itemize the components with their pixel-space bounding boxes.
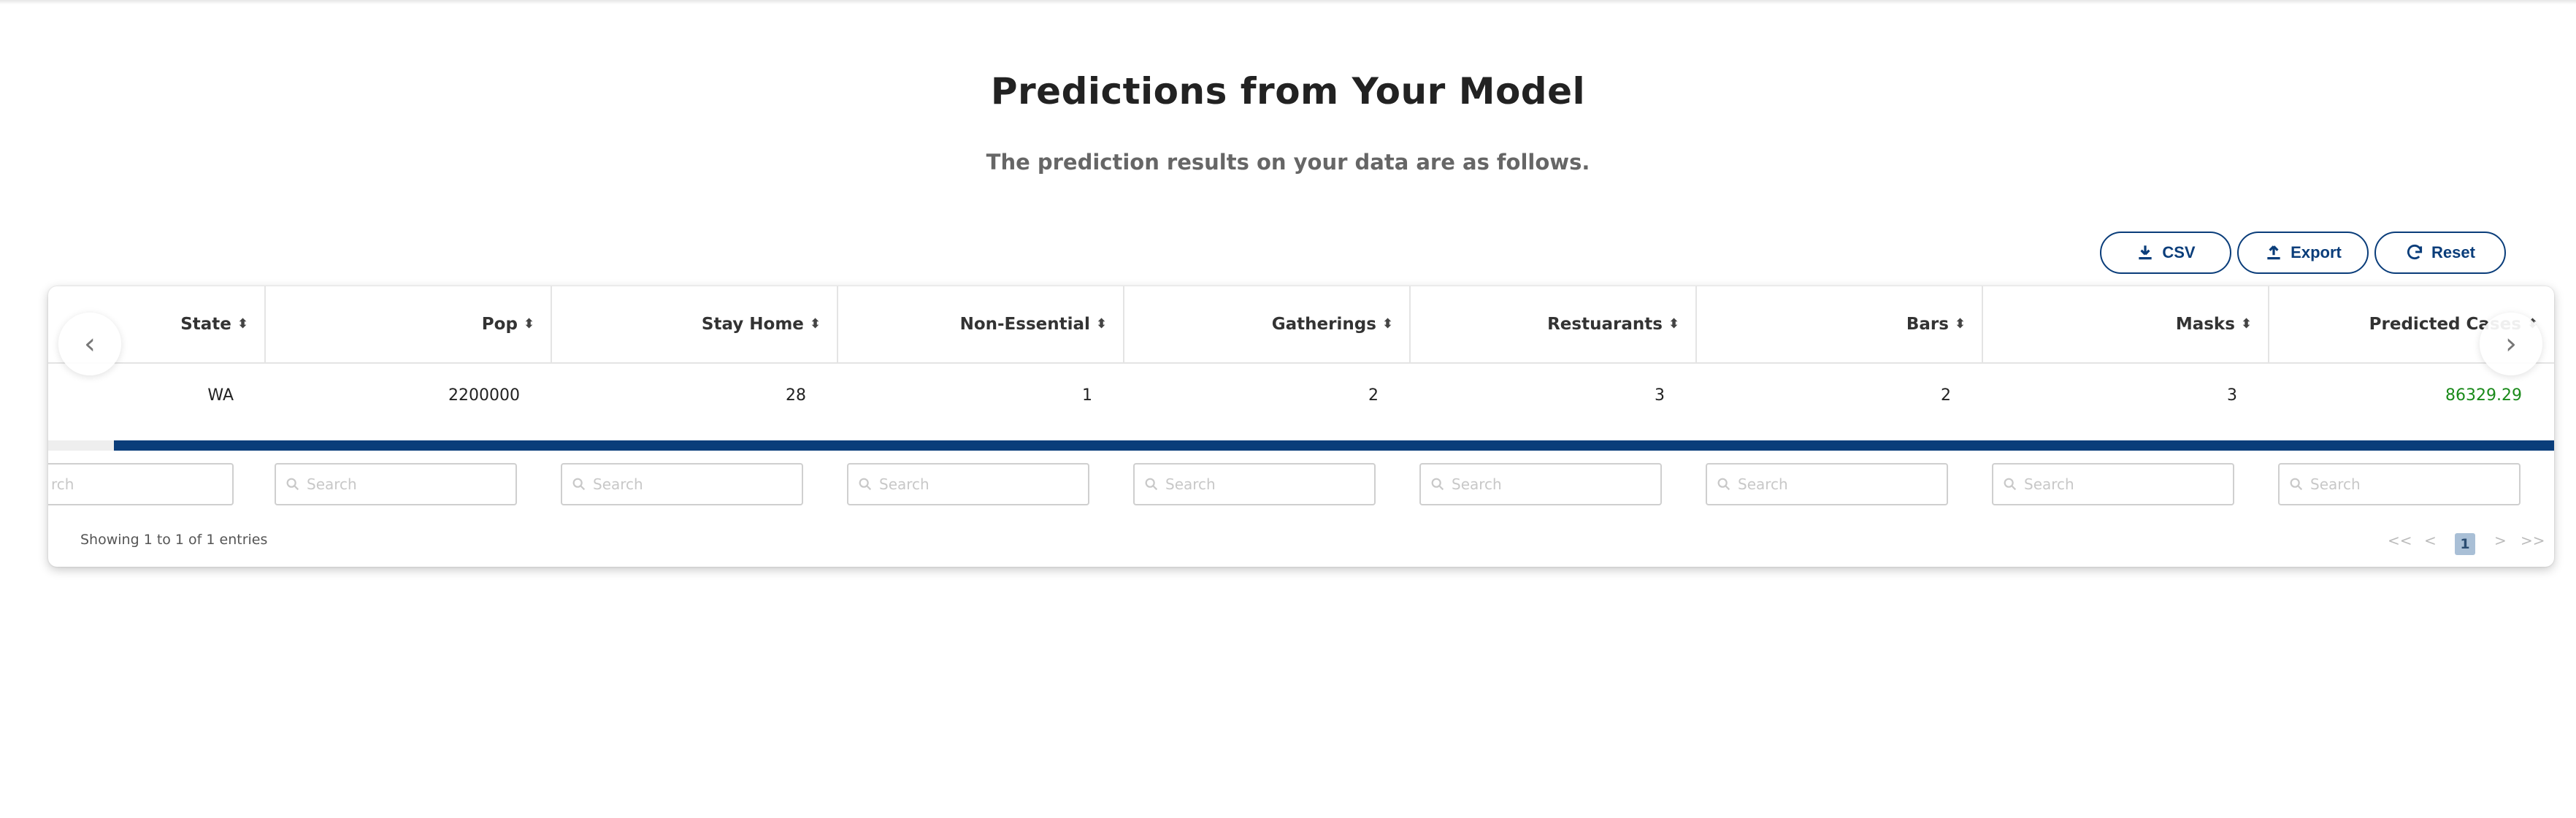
export-button[interactable]: Export: [2237, 232, 2369, 274]
cell-pop: 2200000: [448, 386, 520, 405]
search-icon: [286, 478, 299, 491]
table-info: Showing 1 to 1 of 1 entries: [80, 532, 268, 548]
reset-label: Reset: [2431, 243, 2475, 261]
column-header-gatherings[interactable]: Gatherings ⬍: [1124, 286, 1411, 362]
cell-non-essential: 1: [1082, 386, 1092, 405]
column-search-predicted-cases[interactable]: Search: [2278, 463, 2521, 505]
search-placeholder: Search: [879, 475, 929, 493]
column-header-pop[interactable]: Pop ⬍: [266, 286, 552, 362]
page-title: Predictions from Your Model: [990, 70, 1586, 112]
export-label: Export: [2291, 243, 2342, 261]
page-subtitle: The prediction results on your data are …: [986, 150, 1590, 175]
column-header-label: Bars: [1906, 315, 1949, 334]
column-search-gatherings[interactable]: Search: [1133, 463, 1376, 505]
search-placeholder: Search: [1165, 475, 1216, 493]
pager-last[interactable]: >>: [2521, 532, 2545, 549]
upload-icon: [2267, 245, 2280, 260]
column-header-label: Stay Home: [701, 315, 804, 334]
results-table-card: State ⬍ Pop ⬍ Stay Home ⬍ Non-Essential ⬍ Ga…: [48, 286, 2554, 567]
column-header-bars[interactable]: Bars ⬍: [1697, 286, 1983, 362]
sort-icon: ⬍: [237, 316, 248, 332]
column-header-restuarants[interactable]: Restuarants ⬍: [1411, 286, 1697, 362]
top-bar: [0, 0, 2576, 4]
cell-bars: 2: [1941, 386, 1951, 405]
sort-icon: ⬍: [2240, 316, 2252, 332]
pager-current-page[interactable]: 1: [2455, 533, 2475, 555]
csv-label: CSV: [2162, 243, 2196, 261]
column-header-masks[interactable]: Masks ⬍: [1983, 286, 2269, 362]
column-header-label: State: [180, 315, 231, 334]
search-placeholder: Search: [307, 475, 357, 493]
pager-next[interactable]: >: [2494, 532, 2507, 549]
column-search-masks[interactable]: Search: [1992, 463, 2234, 505]
chevron-right-icon: ›: [2505, 327, 2517, 361]
column-header-label: Non-Essential: [959, 315, 1090, 334]
sort-icon: ⬍: [523, 316, 534, 332]
sort-icon: ⬍: [1668, 316, 1679, 332]
column-search-non-essential[interactable]: Search: [847, 463, 1089, 505]
search-icon: [2004, 478, 2017, 491]
column-header-label: Restuarants: [1547, 315, 1663, 334]
search-placeholder: rch: [51, 475, 74, 493]
sort-icon: ⬍: [1381, 316, 1393, 332]
scroll-left-button[interactable]: ‹: [58, 313, 121, 375]
pager-first[interactable]: <<: [2388, 532, 2412, 549]
search-placeholder: Search: [1738, 475, 1788, 493]
horizontal-scrollbar-thumb[interactable]: [114, 440, 2554, 451]
sort-icon: ⬍: [1095, 316, 1107, 332]
search-icon: [1431, 478, 1444, 491]
search-icon: [572, 478, 586, 491]
search-placeholder: Search: [1452, 475, 1502, 493]
column-search-bars[interactable]: Search: [1706, 463, 1948, 505]
column-header-label: Masks: [2175, 315, 2235, 334]
table-header: State ⬍ Pop ⬍ Stay Home ⬍ Non-Essential ⬍ Ga…: [48, 286, 2554, 364]
sort-icon: ⬍: [809, 316, 821, 332]
cell-masks: 3: [2227, 386, 2237, 405]
csv-button[interactable]: CSV: [2100, 232, 2231, 274]
column-search-state[interactable]: rch: [48, 463, 234, 505]
search-icon: [1145, 478, 1158, 491]
chevron-left-icon: ‹: [84, 327, 96, 361]
pager-prev[interactable]: <: [2424, 532, 2437, 549]
cell-restuarants: 3: [1655, 386, 1665, 405]
column-header-non-essential[interactable]: Non-Essential ⬍: [838, 286, 1124, 362]
column-search-pop[interactable]: Search: [275, 463, 517, 505]
column-search-stay-home[interactable]: Search: [561, 463, 803, 505]
refresh-icon: [2407, 244, 2423, 260]
scroll-right-button[interactable]: ›: [2480, 313, 2542, 375]
search-placeholder: Search: [2024, 475, 2074, 493]
reset-button[interactable]: Reset: [2374, 232, 2506, 274]
sort-icon: ⬍: [1954, 316, 1966, 332]
cell-gatherings: 2: [1368, 386, 1379, 405]
search-icon: [859, 478, 872, 491]
column-header-label: Gatherings: [1271, 315, 1376, 334]
column-header-label: Pop: [481, 315, 518, 334]
column-header-stay-home[interactable]: Stay Home ⬍: [552, 286, 838, 362]
search-placeholder: Search: [593, 475, 643, 493]
download-icon: [2139, 245, 2153, 260]
search-icon: [2290, 478, 2303, 491]
cell-stay-home: 28: [786, 386, 806, 405]
search-placeholder: Search: [2310, 475, 2361, 493]
column-search-restuarants[interactable]: Search: [1419, 463, 1662, 505]
search-icon: [1717, 478, 1730, 491]
